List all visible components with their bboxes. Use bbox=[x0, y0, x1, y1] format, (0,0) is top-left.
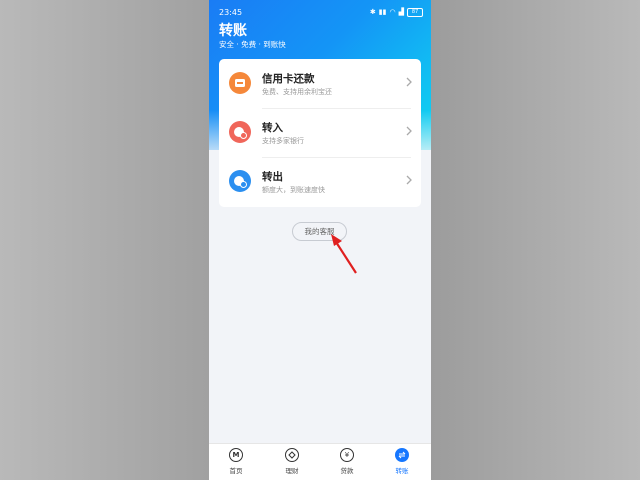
tab-transfer[interactable]: 转账 bbox=[382, 448, 422, 475]
item-title: 转出 bbox=[262, 171, 283, 183]
tab-label: 理财 bbox=[285, 467, 299, 475]
chevron-right-icon bbox=[406, 126, 412, 136]
transfer-out-icon bbox=[229, 170, 251, 192]
status-time: 23:45 bbox=[219, 8, 243, 17]
phone-screen: 23:45 ✱ ▮▮ ◠ ▟ 87 转账 安全 · 免费 · 到账快 信用卡还款… bbox=[209, 0, 431, 480]
transfer-out-item[interactable]: 转出 额度大，到账速度快 bbox=[219, 157, 421, 206]
item-title: 转入 bbox=[262, 122, 283, 134]
cellular-icon: ▟ bbox=[398, 8, 404, 16]
transfer-icon bbox=[395, 448, 409, 462]
bluetooth-icon: ✱ bbox=[369, 8, 376, 16]
tab-wealth[interactable]: 理财 bbox=[272, 448, 312, 475]
transfer-in-item[interactable]: 转入 支持多家银行 bbox=[219, 108, 421, 157]
transfer-options-card: 信用卡还款 免费、支持用余利宝还 转入 支持多家银行 转出 额度大，到账速度快 bbox=[219, 59, 421, 207]
item-description: 免费、支持用余利宝还 bbox=[262, 88, 332, 96]
signal-icon: ▮▮ bbox=[378, 8, 387, 16]
tab-label: 首页 bbox=[229, 467, 243, 475]
credit-card-repayment-item[interactable]: 信用卡还款 免费、支持用余利宝还 bbox=[219, 59, 421, 108]
red-arrow-annotation-icon bbox=[331, 234, 357, 274]
battery-icon: 87 bbox=[407, 7, 423, 17]
tab-loans[interactable]: ¥ 贷款 bbox=[327, 448, 367, 475]
chevron-right-icon bbox=[406, 77, 412, 87]
page-subtitle: 安全 · 免费 · 到账快 bbox=[219, 40, 286, 49]
item-title: 信用卡还款 bbox=[262, 73, 315, 85]
yuan-icon: ¥ bbox=[340, 448, 354, 462]
page-title: 转账 bbox=[219, 23, 247, 39]
status-bar: 23:45 ✱ ▮▮ ◠ ▟ 87 bbox=[219, 7, 423, 20]
chevron-right-icon bbox=[406, 175, 412, 185]
item-description: 额度大，到账速度快 bbox=[262, 186, 325, 194]
credit-card-icon bbox=[229, 72, 251, 94]
wifi-icon: ◠ bbox=[389, 8, 396, 16]
tab-label: 转账 bbox=[395, 467, 409, 475]
tab-home[interactable]: M 首页 bbox=[216, 448, 256, 475]
transfer-in-icon bbox=[229, 121, 251, 143]
home-icon: M bbox=[229, 448, 243, 462]
wealth-icon bbox=[285, 448, 299, 462]
item-description: 支持多家银行 bbox=[262, 137, 304, 145]
bottom-tab-bar: M 首页 理财 ¥ 贷款 转账 bbox=[209, 443, 431, 480]
tab-label: 贷款 bbox=[340, 467, 354, 475]
